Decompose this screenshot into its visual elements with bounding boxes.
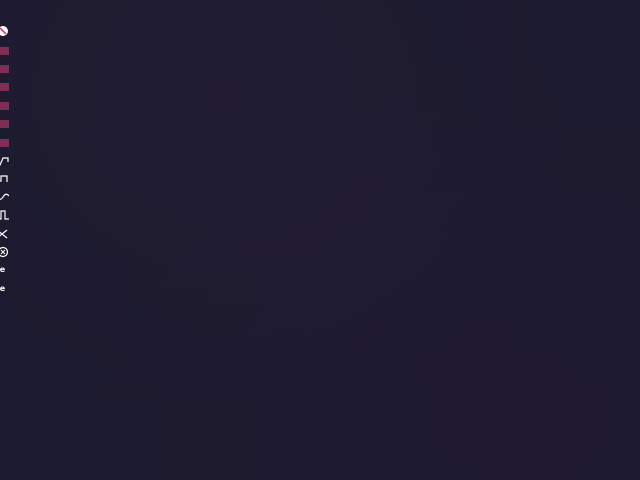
lines-icon[interactable] xyxy=(0,44,9,58)
circle-x-icon[interactable] xyxy=(0,245,9,259)
step-curve-icon[interactable] xyxy=(0,172,9,186)
lines-icon[interactable] xyxy=(0,62,9,76)
toolbar-text-item[interactable]: ue xyxy=(0,263,9,277)
toolbar-text-label: ue xyxy=(0,265,6,274)
toolbar-text-label: ue xyxy=(0,284,6,293)
left-toolbar: ue ue xyxy=(0,0,12,300)
lines-icon[interactable] xyxy=(0,136,9,150)
shuffle-icon[interactable] xyxy=(0,227,9,241)
pulse-icon[interactable] xyxy=(0,208,9,222)
canvas-area[interactable]: ue ue xyxy=(0,0,640,480)
lines-icon[interactable] xyxy=(0,117,9,131)
step-curve-icon[interactable] xyxy=(0,154,9,168)
lines-icon[interactable] xyxy=(0,80,9,94)
lines-icon[interactable] xyxy=(0,99,9,113)
toolbar-text-item[interactable]: ue xyxy=(0,282,9,296)
wave-icon[interactable] xyxy=(0,190,9,204)
no-entry-icon[interactable] xyxy=(0,24,9,38)
